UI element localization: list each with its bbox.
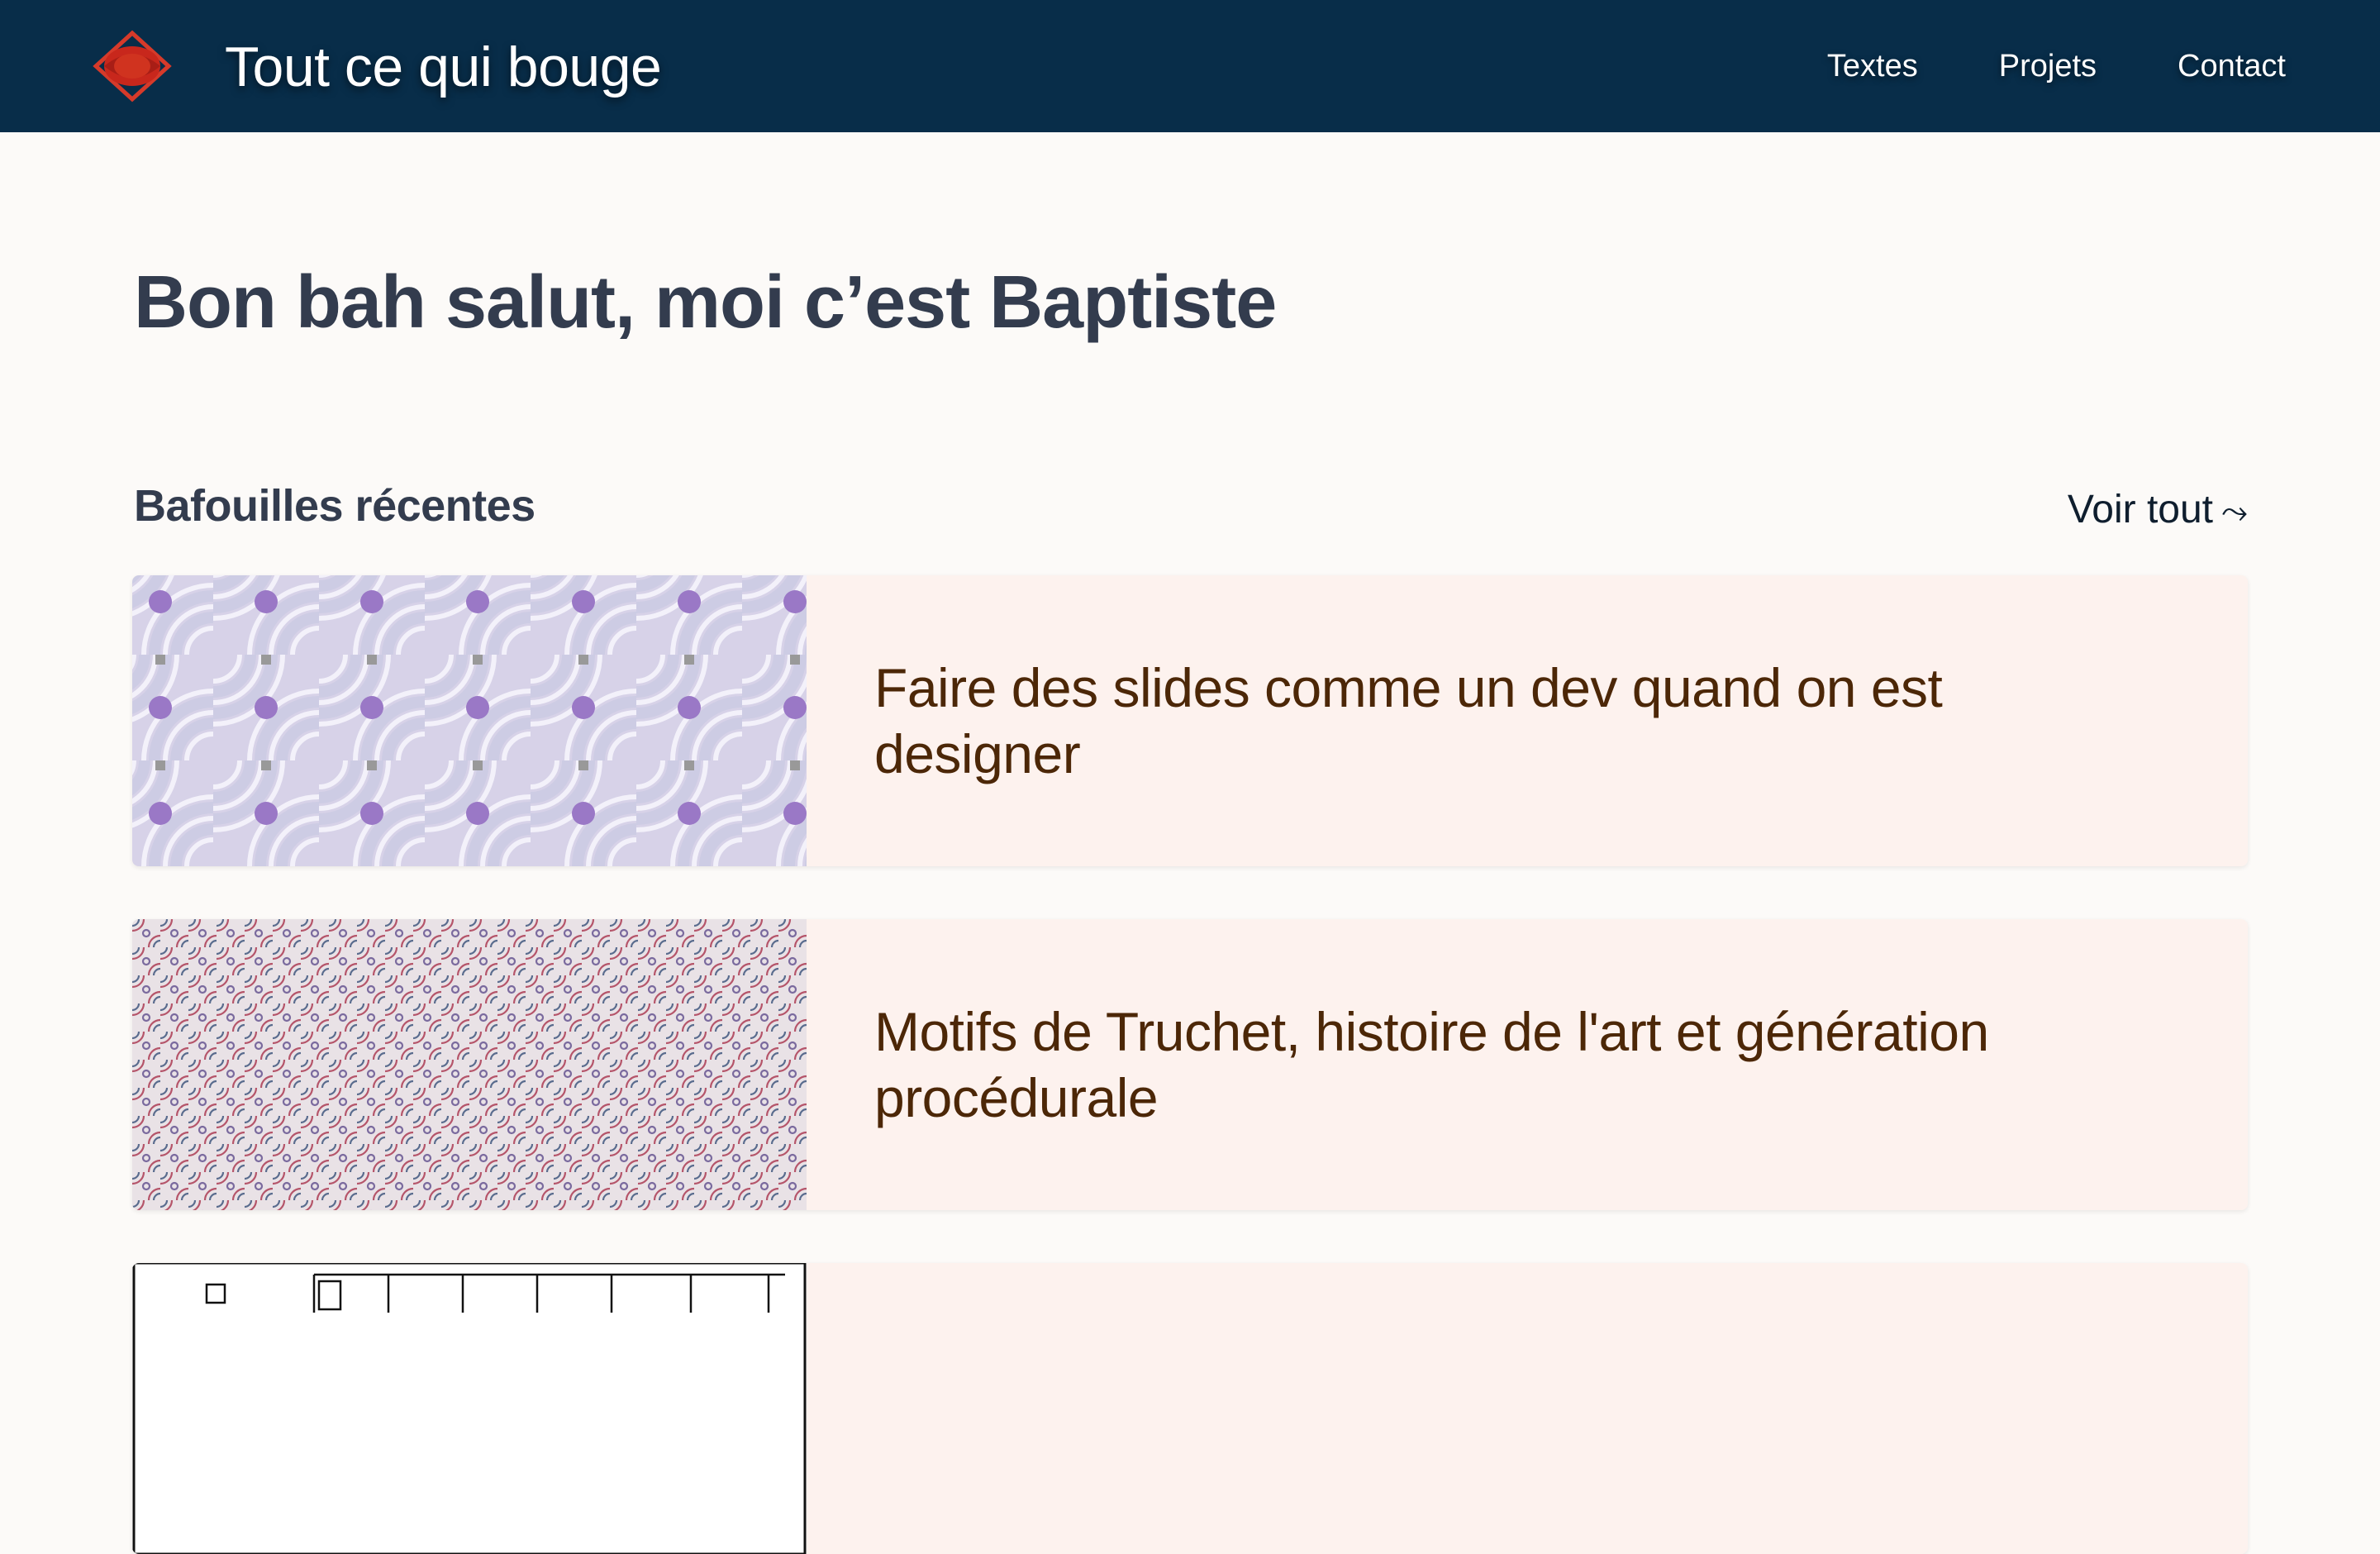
page-greeting: Bon bah salut, moi c’est Baptiste <box>134 261 1277 344</box>
red-eye-diamond-logo <box>93 30 172 102</box>
nav-link-contact[interactable]: Contact <box>2178 41 2286 91</box>
post-title: Faire des slides comme un dev quand on e… <box>874 657 1943 784</box>
see-all-label: Voir tout <box>2067 488 2213 532</box>
post-thumbnail <box>132 575 807 866</box>
post-card[interactable]: Faire des slides comme un dev quand on e… <box>132 575 2248 866</box>
main-nav: Textes Projets Contact <box>1827 41 2286 91</box>
squiggle-arrow-right-icon: ⤳ <box>2221 493 2248 530</box>
see-all-link[interactable]: Voir tout ⤳ <box>2068 481 2248 541</box>
nav-link-projets[interactable]: Projets <box>1999 41 2097 91</box>
site-title[interactable]: Tout ce qui bouge <box>225 30 662 104</box>
post-title <box>874 1263 2116 1554</box>
post-card[interactable]: Motifs de Truchet, histoire de l'art et … <box>132 919 2248 1210</box>
post-thumbnail <box>132 919 807 1210</box>
post-card[interactable] <box>132 1263 2248 1554</box>
recent-posts-title: Bafouilles récentes <box>134 481 536 531</box>
site-header: Tout ce qui bouge Textes Projets Contact <box>0 0 2380 132</box>
nav-link-textes[interactable]: Textes <box>1827 41 1918 91</box>
post-thumbnail <box>132 1263 807 1554</box>
post-title: Motifs de Truchet, histoire de l'art et … <box>874 1001 1989 1128</box>
